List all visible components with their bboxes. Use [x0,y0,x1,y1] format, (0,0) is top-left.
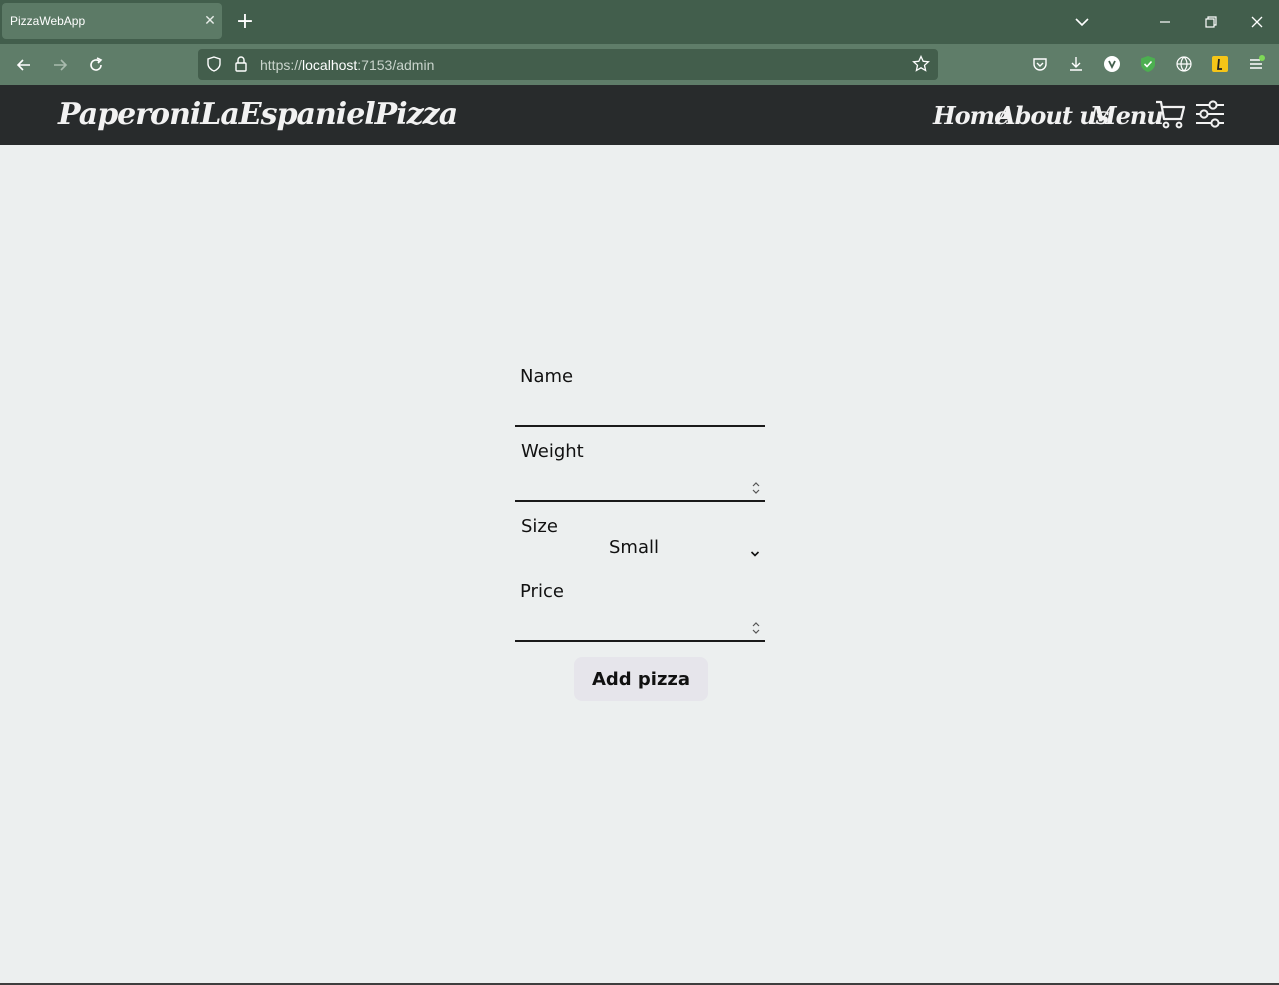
price-spinner-icon[interactable] [750,619,762,637]
weight-input[interactable] [515,472,765,502]
name-label: Name [520,366,574,387]
browser-tab[interactable]: PizzaWebApp ✕ [2,3,222,39]
url-scheme: https:// [260,57,303,73]
url-path: :7153/admin [357,57,435,73]
nav-menu-link[interactable]: Menu [1090,101,1164,130]
site-logo[interactable]: PaperoniLaEspanielPizza [58,97,458,132]
translate-globe-icon[interactable] [1174,54,1194,74]
downloads-icon[interactable] [1066,54,1086,74]
bookmark-star-icon[interactable] [912,54,930,77]
name-input[interactable] [515,397,765,427]
notes-extension-icon[interactable] [1210,54,1230,74]
sliders-icon[interactable] [1193,97,1227,131]
reload-icon[interactable] [83,52,109,78]
forward-icon[interactable] [47,52,73,78]
pocket-icon[interactable] [1030,54,1050,74]
tab-title: PizzaWebApp [10,14,86,28]
size-select[interactable]: Small [609,535,765,559]
add-pizza-button[interactable]: Add pizza [574,657,708,701]
browser-tab-bar: PizzaWebApp ✕ + [0,0,1279,44]
price-label: Price [520,581,564,602]
weight-label: Weight [521,441,584,462]
lock-icon[interactable] [233,55,249,77]
size-label: Size [521,516,558,537]
chevron-down-icon [750,543,760,557]
shield-icon[interactable] [205,55,223,77]
url-text[interactable]: https://localhost:7153/admin [260,57,434,73]
restore-icon[interactable] [1198,9,1224,35]
tab-close-icon[interactable]: ✕ [200,11,220,31]
vpn-extension-icon[interactable] [1102,54,1122,74]
url-bar[interactable]: https://localhost:7153/admin [198,49,938,80]
minimize-icon[interactable] [1152,9,1178,35]
weight-spinner-icon[interactable] [750,479,762,497]
price-input[interactable] [515,612,765,642]
site-header: PaperoniLaEspanielPizza Home About us Me… [0,85,1279,145]
back-icon[interactable] [11,52,37,78]
new-tab-icon[interactable]: + [234,11,256,33]
shield-extension-icon[interactable] [1138,54,1158,74]
close-window-icon[interactable] [1244,9,1270,35]
url-host: localhost [302,57,358,73]
tab-list-chevron-icon[interactable] [1071,11,1093,33]
cart-icon[interactable] [1153,97,1187,131]
size-select-value: Small [609,537,659,558]
app-menu-icon[interactable] [1246,54,1266,74]
